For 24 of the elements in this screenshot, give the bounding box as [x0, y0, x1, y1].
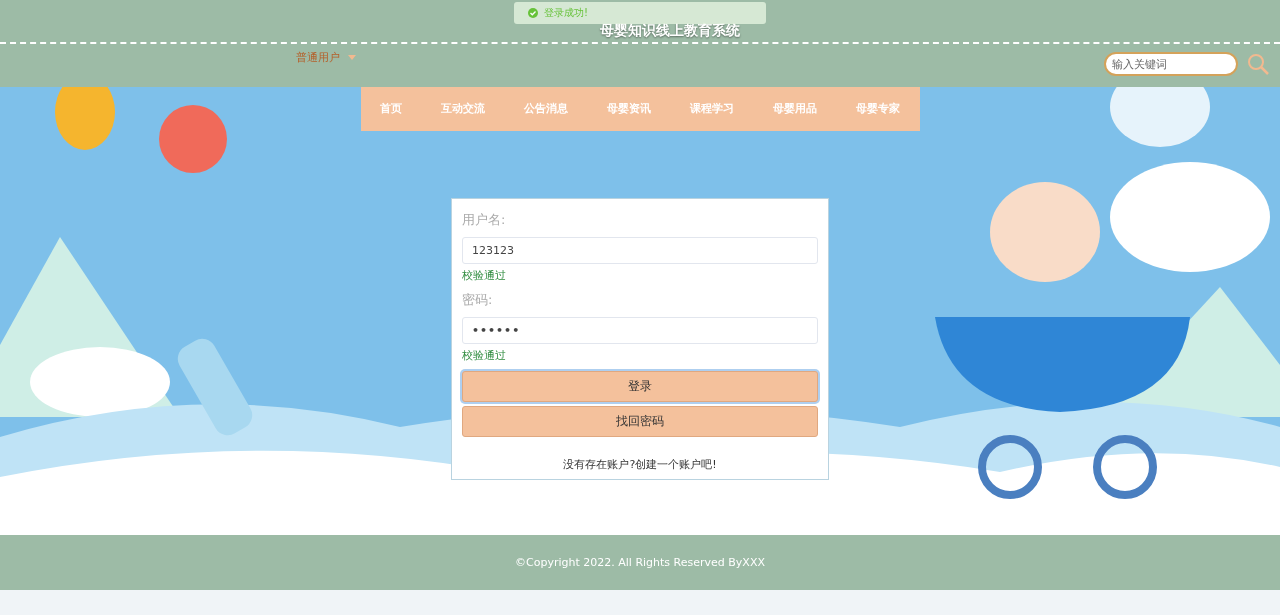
nav-item[interactable]: 公告消息: [520, 98, 572, 120]
nav-item[interactable]: 母婴用品: [769, 98, 821, 120]
nav-item[interactable]: 课程学习: [686, 98, 738, 120]
login-button[interactable]: 登录: [462, 371, 818, 402]
user-menu[interactable]: 普通用户: [296, 50, 356, 65]
field-label: 用户名:: [462, 211, 507, 229]
nav-item[interactable]: 首页: [376, 98, 406, 120]
validation-message: 校验通过: [462, 348, 507, 363]
nav-item[interactable]: 母婴专家: [852, 98, 904, 120]
field-label: 密码:: [462, 291, 494, 309]
nav-item[interactable]: 互动交流: [437, 98, 489, 120]
copyright-text: ©Copyright 2022. All Rights Reserved ByXXX: [515, 556, 765, 569]
validation-message: 校验通过: [462, 268, 507, 283]
password-field[interactable]: ••••••: [462, 317, 818, 344]
check-icon: [528, 8, 538, 18]
search-icon[interactable]: [1246, 52, 1270, 76]
username-field[interactable]: 123123: [462, 237, 818, 264]
caret-icon: [348, 55, 356, 60]
recover-password-button[interactable]: 找回密码: [462, 406, 818, 437]
site-title: 母婴知识线上教育系统: [600, 22, 740, 40]
toast-message: 登录成功!: [544, 6, 588, 20]
register-link[interactable]: 没有存在账户?创建一个账户吧!: [563, 457, 717, 472]
search-field[interactable]: 输入关键词: [1104, 52, 1238, 76]
nav-item[interactable]: 母婴资讯: [603, 98, 655, 120]
